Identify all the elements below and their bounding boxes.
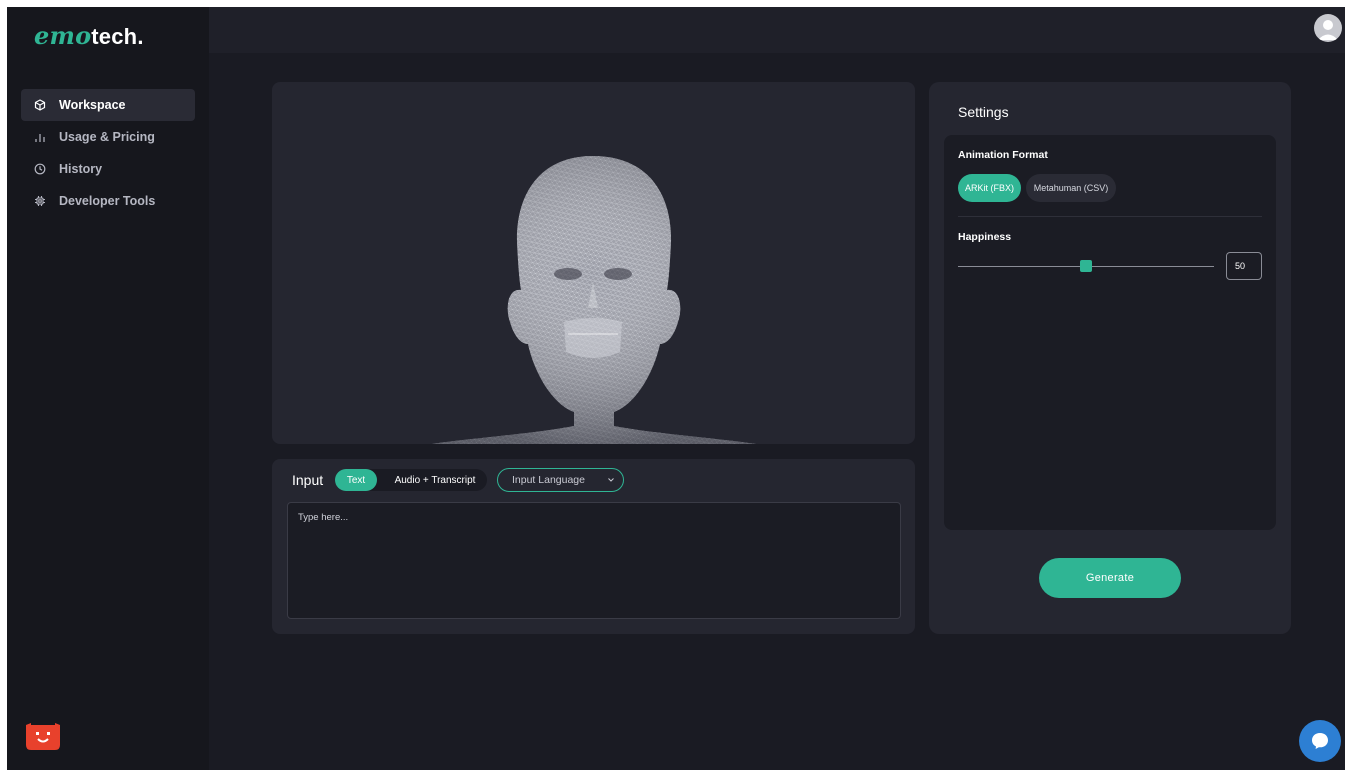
settings-title: Settings xyxy=(958,104,1009,120)
sidebar-item-usage-pricing[interactable]: Usage & Pricing xyxy=(21,121,195,153)
happiness-slider-thumb[interactable] xyxy=(1080,260,1092,272)
input-language-value: Input Language xyxy=(512,474,585,486)
app-root: emo tech . Workspace Usage & Pricing His… xyxy=(7,7,1345,770)
sidebar-item-label: Workspace xyxy=(59,98,126,112)
chip-icon xyxy=(33,194,47,208)
sidebar-item-label: Developer Tools xyxy=(59,194,156,208)
clock-icon xyxy=(33,162,47,176)
user-icon xyxy=(1318,20,1338,40)
chat-button[interactable] xyxy=(1299,720,1341,762)
input-mode-audio-button[interactable]: Audio + Transcript xyxy=(383,469,487,491)
user-avatar[interactable] xyxy=(1314,14,1342,42)
brand-logo-text: tech xyxy=(91,24,138,49)
brand-logo-dot: . xyxy=(137,24,144,49)
brand-logo[interactable]: emo tech . xyxy=(34,21,144,53)
settings-body: Animation Format ARKit (FBX) Metahuman (… xyxy=(944,135,1276,530)
sidebar-nav: Workspace Usage & Pricing History Develo… xyxy=(21,89,195,217)
input-mode-text-button[interactable]: Text xyxy=(335,469,377,491)
animation-format-label: Animation Format xyxy=(958,149,1048,161)
settings-panel: Settings Animation Format ARKit (FBX) Me… xyxy=(929,82,1291,634)
sidebar-item-workspace[interactable]: Workspace xyxy=(21,89,195,121)
format-metahuman-button[interactable]: Metahuman (CSV) xyxy=(1026,174,1116,202)
top-bar xyxy=(209,7,1345,53)
head-viewer[interactable] xyxy=(272,82,915,444)
divider xyxy=(958,216,1262,217)
sidebar: emo tech . Workspace Usage & Pricing His… xyxy=(7,7,209,770)
format-arkit-button[interactable]: ARKit (FBX) xyxy=(958,174,1021,202)
sidebar-item-history[interactable]: History xyxy=(21,153,195,185)
generate-button[interactable]: Generate xyxy=(1039,558,1181,598)
input-panel: Input Text Audio + Transcript Input Lang… xyxy=(272,459,915,634)
happiness-value-input[interactable]: 50 xyxy=(1226,252,1262,280)
sidebar-item-developer-tools[interactable]: Developer Tools xyxy=(21,185,195,217)
input-language-select[interactable]: Input Language xyxy=(497,468,624,492)
input-title: Input xyxy=(292,472,324,488)
cube-icon xyxy=(33,98,47,112)
head-mesh-preview xyxy=(432,156,756,444)
text-input-area[interactable]: Type here... xyxy=(287,502,901,619)
bug-report-icon[interactable] xyxy=(25,723,61,751)
sidebar-item-label: History xyxy=(59,162,103,176)
sidebar-item-label: Usage & Pricing xyxy=(59,130,155,144)
brand-logo-script: emo xyxy=(34,21,92,50)
chat-icon xyxy=(1312,733,1328,749)
input-mode-toggle: Text Audio + Transcript xyxy=(335,469,487,491)
happiness-label: Happiness xyxy=(958,231,1012,243)
bar-chart-icon xyxy=(33,130,47,144)
chevron-down-icon xyxy=(608,478,614,482)
